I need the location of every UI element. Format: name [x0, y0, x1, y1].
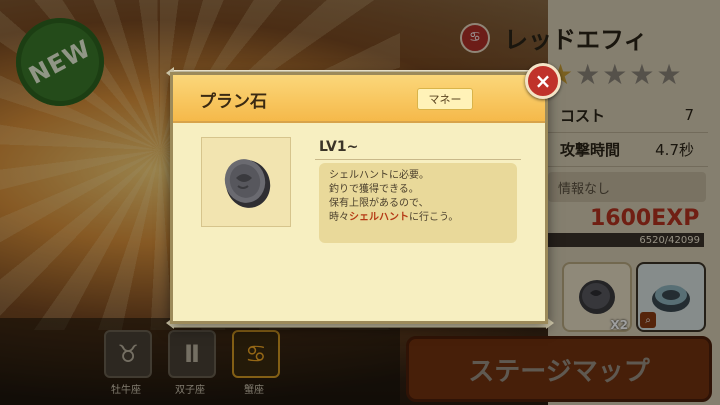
- close-button[interactable]: ×: [525, 63, 561, 99]
- description-highlight: シェルハント: [349, 212, 409, 223]
- description-line: シェルハントに必要。: [329, 170, 429, 181]
- category-tag: マネー: [417, 88, 473, 110]
- description-line: 時々シェルハントに行こう。: [329, 211, 507, 225]
- description-line: 釣りで獲得できる。: [329, 184, 419, 195]
- item-detail-dialog: プラン石 マネー LV1~ シェルハントに必要。 釣りで獲得できる。 保有上限が…: [170, 72, 548, 324]
- description-text: に行こう。: [409, 212, 459, 223]
- description-text: 時々: [329, 212, 349, 223]
- item-description: シェルハントに必要。 釣りで獲得できる。 保有上限があるので、 時々シェルハント…: [319, 163, 517, 243]
- dialog-title: プラン石: [199, 92, 267, 112]
- dialog-header: プラン石 マネー: [173, 75, 545, 123]
- description-line: 保有上限があるので、: [329, 198, 429, 209]
- divider: [315, 159, 521, 160]
- item-level: LV1~: [319, 139, 359, 155]
- stone-coin-icon: [224, 159, 271, 208]
- item-image-frame: [201, 137, 291, 227]
- close-icon: ×: [534, 69, 552, 93]
